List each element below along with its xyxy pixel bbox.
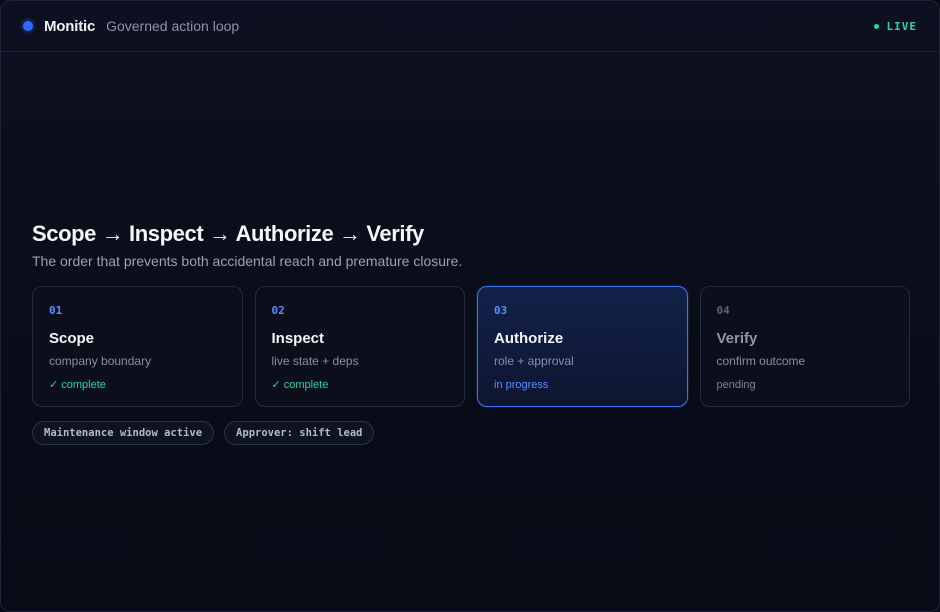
step-description: role + approval xyxy=(494,354,574,368)
brand-subtitle: Governed action loop xyxy=(106,18,240,34)
step-title: Authorize xyxy=(494,330,564,347)
step-card-verify[interactable]: 04 Verify confirm outcome pending xyxy=(699,286,910,407)
step-number: 02 xyxy=(271,304,285,317)
page-subtitle: The order that prevents both accidental … xyxy=(32,253,463,269)
step-card-scope[interactable]: 01 Scope company boundary ✓ complete xyxy=(32,286,243,407)
brand-logo-dot-icon xyxy=(23,21,33,31)
context-tags: Maintenance window active Approver: shif… xyxy=(32,421,910,445)
step-description: confirm outcome xyxy=(716,354,806,368)
step-number: 01 xyxy=(49,304,63,317)
live-dot-icon xyxy=(873,23,879,29)
step-title: Scope xyxy=(49,330,95,347)
step-status: ✓ complete xyxy=(271,379,329,391)
step-status: in progress xyxy=(494,379,549,391)
tag-maintenance-window[interactable]: Maintenance window active xyxy=(32,421,215,445)
live-label: LIVE xyxy=(886,19,917,33)
step-status: pending xyxy=(716,379,756,391)
step-number: 04 xyxy=(716,304,730,317)
step-card-inspect[interactable]: 02 Inspect live state + deps ✓ complete xyxy=(254,286,465,407)
step-description: company boundary xyxy=(49,354,152,368)
page-title: Scope → Inspect → Authorize → Verify xyxy=(32,221,424,246)
step-card-authorize[interactable]: 03 Authorize role + approval in progress xyxy=(477,286,688,407)
top-bar: Monitic Governed action loop LIVE xyxy=(1,1,939,52)
tag-approver[interactable]: Approver: shift lead xyxy=(224,421,375,445)
live-indicator: LIVE xyxy=(873,19,918,33)
step-list: 01 Scope company boundary ✓ complete 02 … xyxy=(32,286,910,407)
step-title: Inspect xyxy=(271,330,325,347)
brand-name: Monitic xyxy=(44,17,96,35)
step-status: ✓ complete xyxy=(49,379,106,391)
step-title: Verify xyxy=(716,330,758,347)
step-description: live state + deps xyxy=(271,354,359,368)
main-content: Scope → Inspect → Authorize → Verify The… xyxy=(32,220,910,445)
app-window: Monitic Governed action loop LIVE Scope … xyxy=(0,0,940,612)
step-number: 03 xyxy=(494,304,508,317)
